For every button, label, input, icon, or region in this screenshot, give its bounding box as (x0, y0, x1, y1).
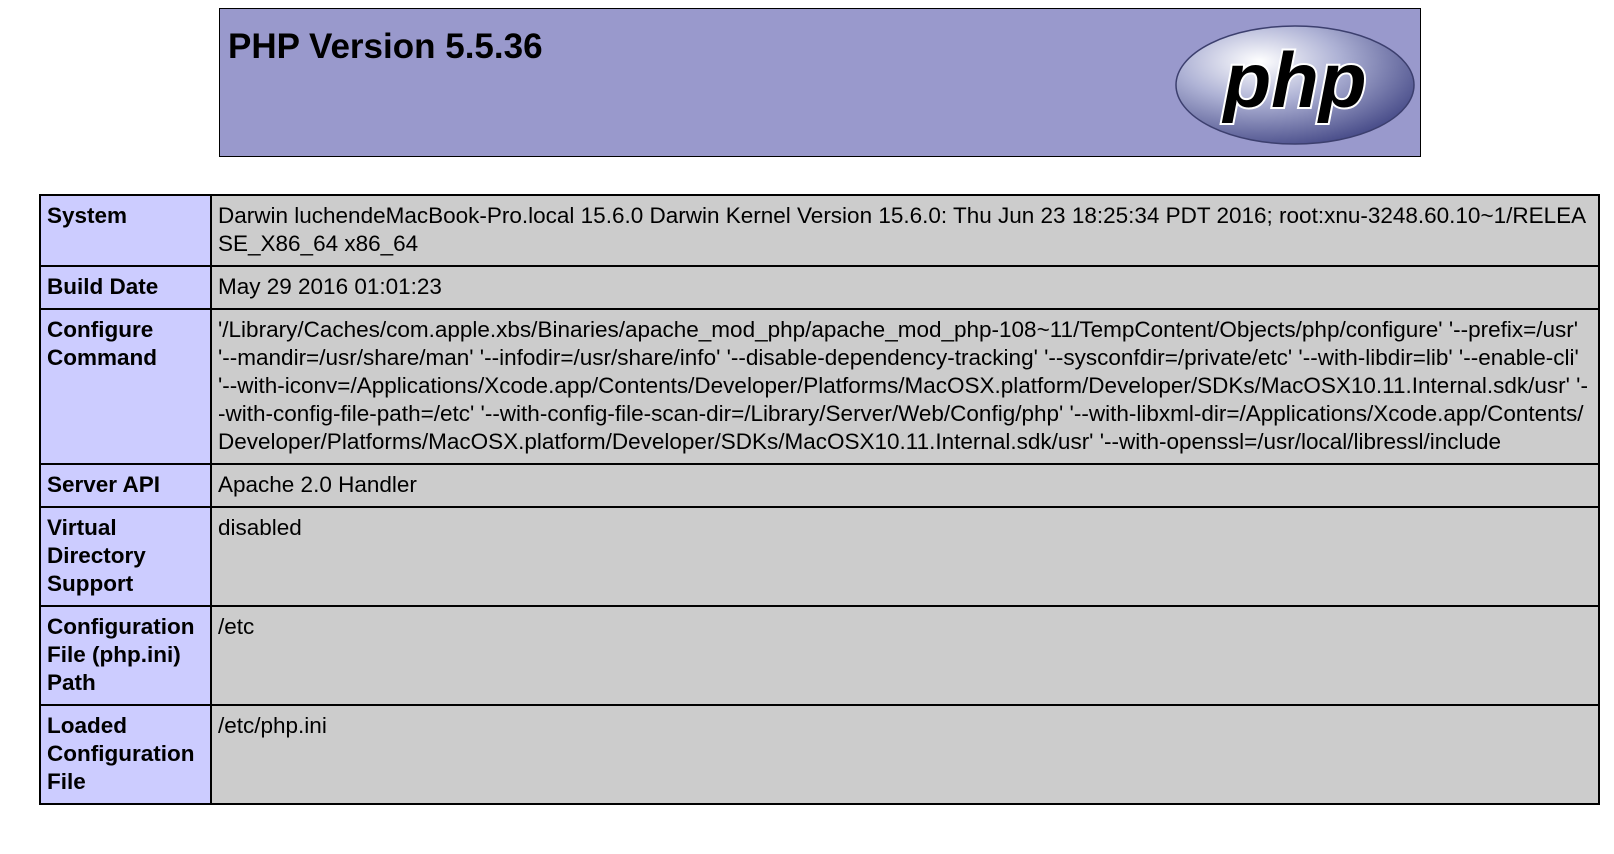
info-row: Configure Command '/Library/Caches/com.ap… (39, 308, 1600, 465)
php-logo-icon[interactable]: php php (1174, 24, 1416, 146)
info-row: System Darwin luchendeMacBook-Pro.local 1… (39, 194, 1600, 267)
info-row: Configuration File (php.ini) Path/etc (39, 605, 1600, 706)
info-row: Virtual Directory Support disabled (39, 506, 1600, 607)
info-value: '/Library/Caches/com.apple.xbs/Binaries/… (210, 308, 1600, 465)
info-value: Apache 2.0 Handler (210, 463, 1600, 508)
info-key: Build Date (39, 265, 212, 310)
info-value: /etc (210, 605, 1600, 706)
info-key: Virtual Directory Support (39, 506, 212, 607)
info-value: May 29 2016 01:01:23 (210, 265, 1600, 310)
info-key: Loaded Configuration File (39, 704, 212, 805)
php-version-header: PHP Version 5.5.36 php php (219, 8, 1421, 157)
info-key: System (39, 194, 212, 267)
info-row: Server API Apache 2.0 Handler (39, 463, 1600, 508)
info-key: Configuration File (php.ini) Path (39, 605, 212, 706)
php-logo-text: php (1222, 36, 1367, 124)
info-key: Server API (39, 463, 212, 508)
php-info-table: System Darwin luchendeMacBook-Pro.local 1… (39, 194, 1600, 805)
info-row: Loaded Configuration File/etc/php.ini (39, 704, 1600, 805)
page-title: PHP Version 5.5.36 (228, 27, 543, 66)
info-key: Configure Command (39, 308, 212, 465)
info-value: /etc/php.ini (210, 704, 1600, 805)
info-value: Darwin luchendeMacBook-Pro.local 15.6.0 … (210, 194, 1600, 267)
info-value: disabled (210, 506, 1600, 607)
info-row: Build Date May 29 2016 01:01:23 (39, 265, 1600, 310)
